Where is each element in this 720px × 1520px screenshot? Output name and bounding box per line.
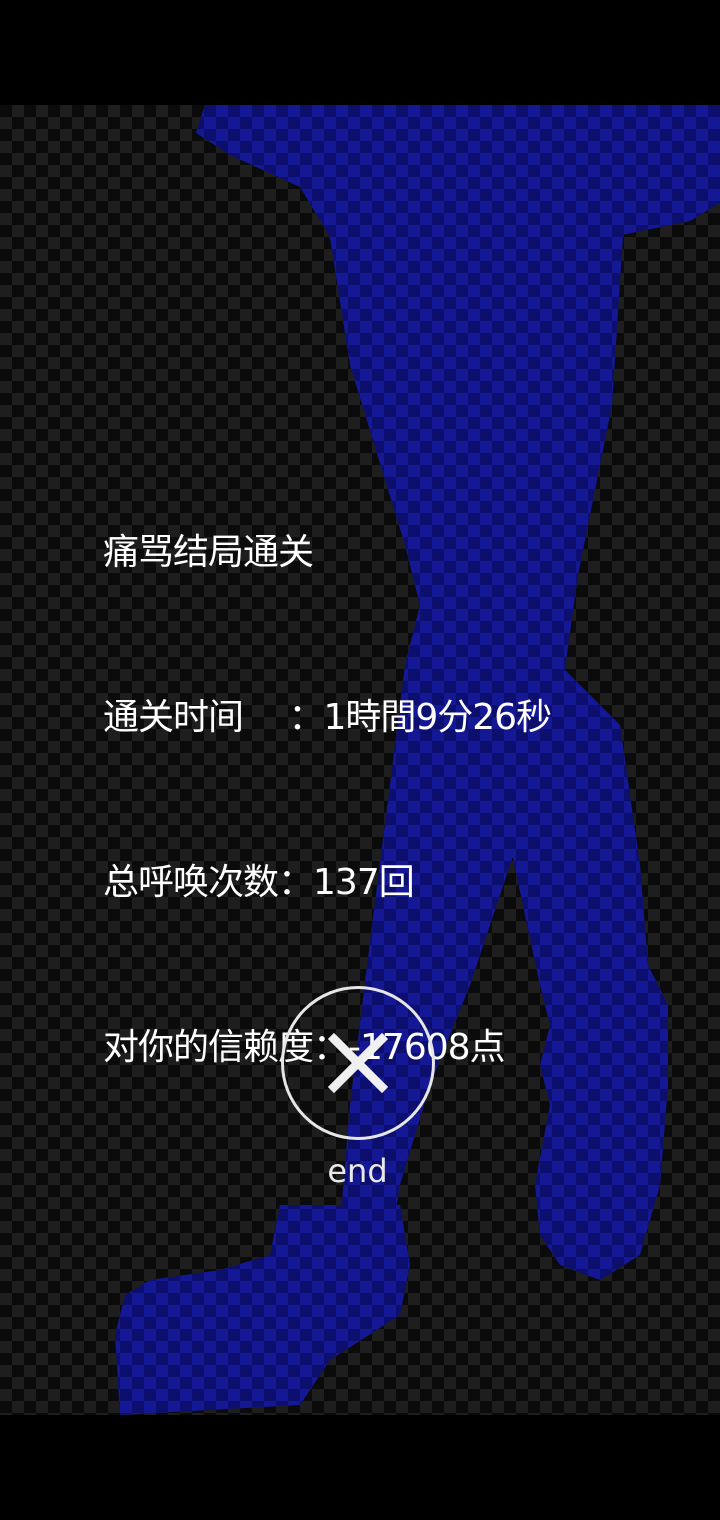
ending-title: 痛骂结局通关 [103,532,314,573]
bottom-black-bar [0,1415,720,1520]
clear-time-value: 1時間9分26秒 [323,697,552,738]
clear-time-label: 通关时间 ： [103,697,324,738]
game-scene: 痛骂结局通关 通关时间 ：1時間9分26秒 总呼唤次数：137回 对你的信赖度：… [0,105,720,1415]
end-label[interactable]: end [300,1152,415,1190]
end-button[interactable] [281,986,435,1140]
call-count-value: 137回 [313,862,415,903]
close-icon [327,1032,389,1094]
call-count-label: 总呼唤次数： [103,862,314,903]
call-count-row: 总呼唤次数：137回 [103,855,551,910]
clear-time-row: 通关时间 ：1時間9分26秒 [103,690,552,745]
top-black-bar [0,0,720,105]
